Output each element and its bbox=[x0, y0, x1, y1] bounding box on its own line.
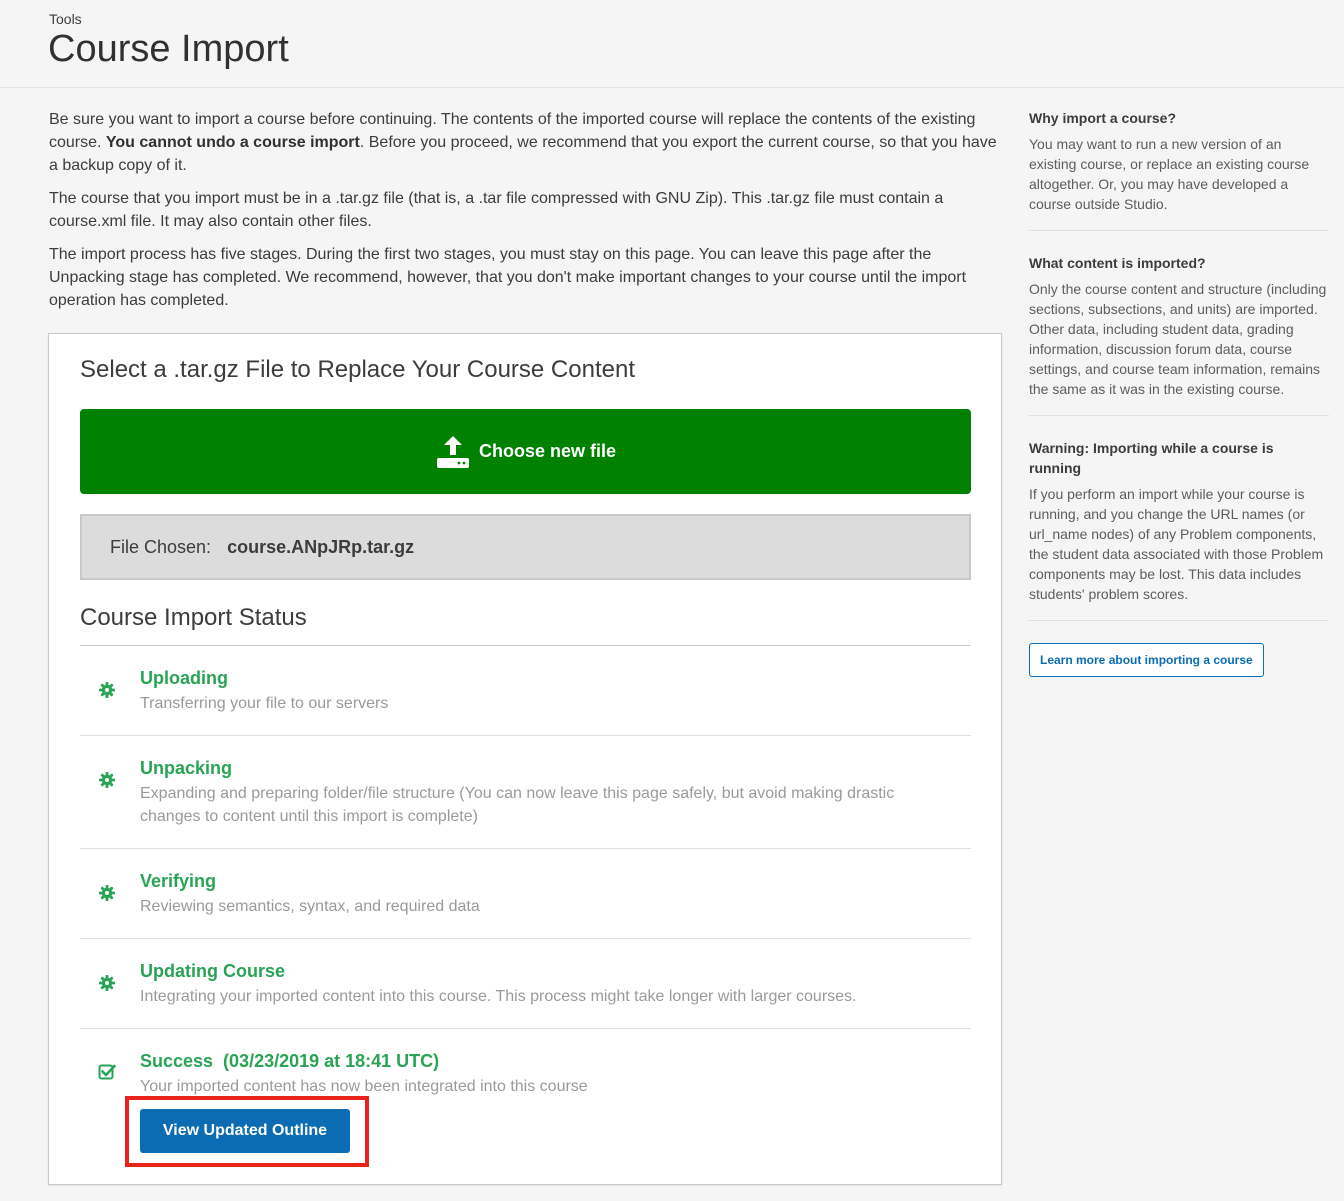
help-sidebar: Why import a course? You may want to run… bbox=[1029, 108, 1329, 677]
what-imported-text: Only the course content and structure (i… bbox=[1029, 281, 1327, 397]
import-status-title: Course Import Status bbox=[80, 604, 307, 631]
stage-description: Reviewing semantics, syntax, and require… bbox=[140, 898, 480, 915]
intro-text: Be sure you want to import a course befo… bbox=[49, 108, 1004, 322]
what-imported-title: What content is imported? bbox=[1029, 255, 1206, 271]
gear-icon bbox=[99, 772, 115, 788]
stage-description: Expanding and preparing folder/file stru… bbox=[140, 785, 895, 825]
check-square-icon bbox=[98, 1064, 116, 1080]
choose-new-file-button[interactable]: Choose new file bbox=[80, 409, 971, 494]
file-chosen-box: File Chosen: course.ANpJRp.tar.gz bbox=[80, 514, 971, 580]
view-updated-outline-button[interactable]: View Updated Outline bbox=[140, 1109, 350, 1153]
gear-icon bbox=[99, 885, 115, 901]
stage-verifying: Verifying Reviewing semantics, syntax, a… bbox=[80, 849, 971, 939]
intro-paragraph-2: The course that you import must be in a … bbox=[49, 190, 944, 230]
stage-description: Your imported content has now been integ… bbox=[140, 1078, 588, 1095]
stage-uploading: Uploading Transferring your file to our … bbox=[80, 646, 971, 736]
stage-label: Unpacking bbox=[140, 758, 233, 778]
why-import-title: Why import a course? bbox=[1029, 110, 1177, 126]
gear-icon bbox=[99, 975, 115, 991]
stage-label: Verifying bbox=[140, 871, 217, 891]
stage-description: Integrating your imported content into t… bbox=[140, 988, 857, 1005]
intro-paragraph-3: The import process has five stages. Duri… bbox=[49, 246, 967, 309]
warning-title: Warning: Importing while a course is run… bbox=[1029, 440, 1274, 476]
why-import-section: Why import a course? You may want to run… bbox=[1029, 108, 1329, 231]
warning-section: Warning: Importing while a course is run… bbox=[1029, 438, 1329, 621]
import-card: Select a .tar.gz File to Replace Your Co… bbox=[48, 333, 1002, 1185]
intro-paragraph-1: Be sure you want to import a course befo… bbox=[49, 111, 997, 174]
choose-new-file-label: Choose new file bbox=[478, 441, 617, 461]
what-imported-section: What content is imported? Only the cours… bbox=[1029, 253, 1329, 416]
why-import-text: You may want to run a new version of an … bbox=[1029, 136, 1310, 212]
file-chosen-label: File Chosen: bbox=[110, 536, 212, 557]
warning-text: If you perform an import while your cour… bbox=[1029, 486, 1324, 602]
stage-label: Uploading bbox=[140, 668, 228, 688]
stage-label: Updating Course bbox=[140, 961, 286, 981]
stage-updating-course: Updating Course Integrating your importe… bbox=[80, 939, 971, 1029]
undo-warning: You cannot undo a course import bbox=[105, 134, 360, 151]
gear-icon bbox=[99, 682, 115, 698]
stage-description: Transferring your file to our servers bbox=[140, 695, 389, 712]
page-header: Tools Course Import bbox=[0, 0, 1344, 88]
page-title: Course Import bbox=[48, 28, 289, 70]
upload-icon bbox=[436, 435, 469, 468]
select-file-title: Select a .tar.gz File to Replace Your Co… bbox=[80, 356, 635, 383]
breadcrumb[interactable]: Tools bbox=[49, 11, 82, 27]
file-name: course.ANpJRp.tar.gz bbox=[227, 536, 415, 557]
learn-more-button[interactable]: Learn more about importing a course bbox=[1029, 643, 1264, 677]
stage-label: Success (03/23/2019 at 18:41 UTC) bbox=[140, 1051, 440, 1071]
stage-unpacking: Unpacking Expanding and preparing folder… bbox=[80, 736, 971, 849]
